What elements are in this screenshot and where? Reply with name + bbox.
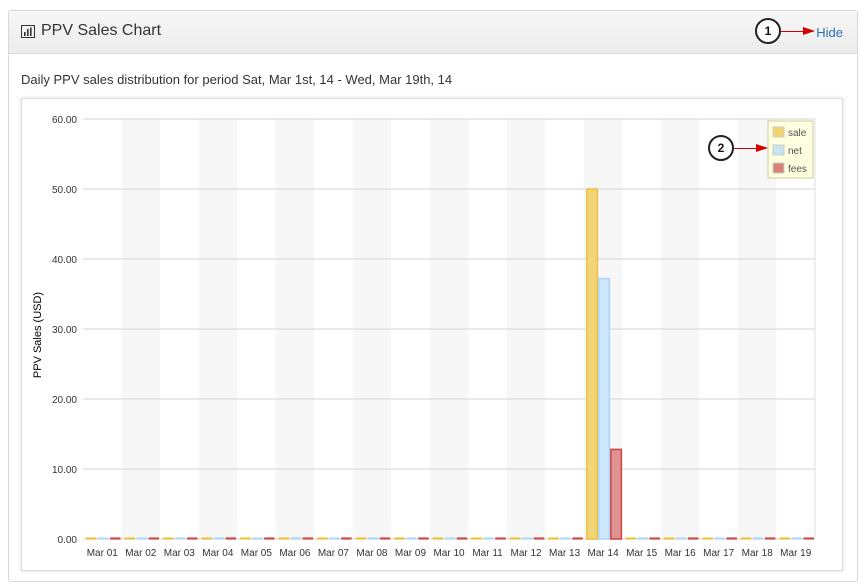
callout-1: 1 (755, 18, 781, 44)
x-tick-label: Mar 07 (318, 548, 350, 559)
x-tick-label: Mar 13 (549, 548, 581, 559)
period-description: Daily PPV sales distribution for period … (21, 72, 453, 87)
x-tick-label: Mar 01 (87, 548, 119, 559)
y-tick-label: 50.00 (52, 185, 77, 196)
x-tick-label: Mar 15 (626, 548, 658, 559)
x-tick-label: Mar 18 (742, 548, 774, 559)
x-tick-label: Mar 12 (510, 548, 542, 559)
bar-fees (610, 448, 623, 540)
y-tick-label: 60.00 (52, 115, 77, 126)
ppv-sales-panel: PPV Sales Chart Hide Daily PPV sales dis… (8, 10, 858, 582)
callout-1-arrow (781, 27, 815, 35)
y-tick-label: 0.00 (58, 535, 78, 546)
x-tick-label: Mar 06 (279, 548, 311, 559)
legend-swatch-fees (772, 162, 785, 174)
x-tick-label: Mar 05 (241, 548, 273, 559)
x-tick-label: Mar 11 (472, 548, 503, 559)
callout-2: 2 (708, 135, 734, 161)
x-tick-label: Mar 17 (703, 548, 735, 559)
x-tick-label: Mar 19 (780, 548, 812, 559)
y-tick-label: 20.00 (52, 395, 77, 406)
panel-header: PPV Sales Chart Hide (9, 11, 857, 54)
chart-container: 0.00 10.00 20.00 30.00 40.00 50.00 60.00 Mar 0… (21, 98, 843, 571)
y-axis-label: PPV Sales (USD) (32, 292, 44, 378)
ppv-sales-chart: 0.00 10.00 20.00 30.00 40.00 50.00 60.00 Mar 0… (32, 115, 816, 559)
x-tick-label: Mar 09 (395, 548, 427, 559)
x-tick-label: Mar 14 (588, 548, 620, 559)
x-tick-label: Mar 04 (202, 548, 234, 559)
y-tick-labels: 0.00 10.00 20.00 30.00 40.00 50.00 60.00 (52, 115, 77, 546)
hide-link[interactable]: Hide (816, 25, 843, 40)
x-tick-label: Mar 02 (125, 548, 157, 559)
x-tick-labels: Mar 01 Mar 02 Mar 03 Mar 04 Mar 05 Mar 06 Mar … (87, 548, 812, 559)
bar-net (598, 277, 611, 540)
legend-swatch-sale (772, 126, 785, 138)
bar-sale (586, 188, 599, 540)
legend-label-sale: sale (788, 128, 807, 139)
legend-label-fees: fees (788, 164, 807, 175)
panel-title: PPV Sales Chart (41, 22, 162, 39)
y-tick-label: 30.00 (52, 325, 77, 336)
y-tick-label: 10.00 (52, 465, 77, 476)
legend-label-net: net (788, 146, 802, 157)
callout-2-arrow (734, 144, 768, 152)
x-tick-label: Mar 16 (665, 548, 697, 559)
x-tick-label: Mar 08 (356, 548, 388, 559)
x-tick-label: Mar 03 (164, 548, 196, 559)
y-tick-label: 40.00 (52, 255, 77, 266)
x-tick-label: Mar 10 (433, 548, 465, 559)
chart-legend: sale net fees (767, 120, 814, 179)
bar-chart-icon (21, 25, 35, 38)
legend-swatch-net (772, 144, 785, 156)
